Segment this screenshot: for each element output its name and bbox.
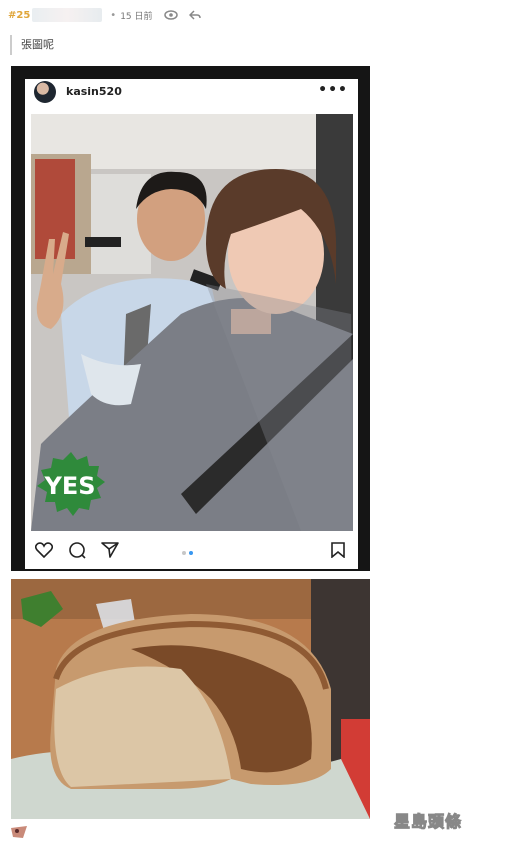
reply-icon[interactable] xyxy=(187,8,203,22)
more-options-icon: ••• xyxy=(318,82,348,98)
comment-icon[interactable] xyxy=(68,542,86,563)
quote-text: 張圖呢 xyxy=(21,38,54,51)
hollow-bread-photo xyxy=(11,579,370,819)
post-time: 15 日前 xyxy=(120,11,153,22)
emoji-icon xyxy=(9,824,29,840)
watermark-logo: 星島頭條 xyxy=(393,812,463,832)
yes-badge-text: YES xyxy=(43,472,95,500)
quoted-reply: 張圖呢 xyxy=(10,35,54,55)
eye-icon[interactable] xyxy=(163,8,179,22)
share-icon[interactable] xyxy=(101,542,119,562)
avatar xyxy=(34,81,56,103)
selfie-photo: YES xyxy=(31,114,353,531)
separator-dot: • xyxy=(110,9,117,21)
post-header: #25 • 15 日前 xyxy=(8,6,211,24)
instagram-username: kasin520 xyxy=(66,85,122,98)
heart-icon[interactable] xyxy=(34,542,54,562)
instagram-post-header: kasin520 ••• xyxy=(25,79,358,113)
instagram-action-bar xyxy=(25,537,358,565)
instagram-post-card: kasin520 ••• YES xyxy=(25,79,358,569)
instagram-screenshot-image: kasin520 ••• YES xyxy=(11,66,370,571)
carousel-dots xyxy=(182,551,193,555)
bookmark-icon[interactable] xyxy=(331,542,345,562)
floor-number: #25 xyxy=(8,9,31,21)
blurred-username xyxy=(32,8,103,22)
